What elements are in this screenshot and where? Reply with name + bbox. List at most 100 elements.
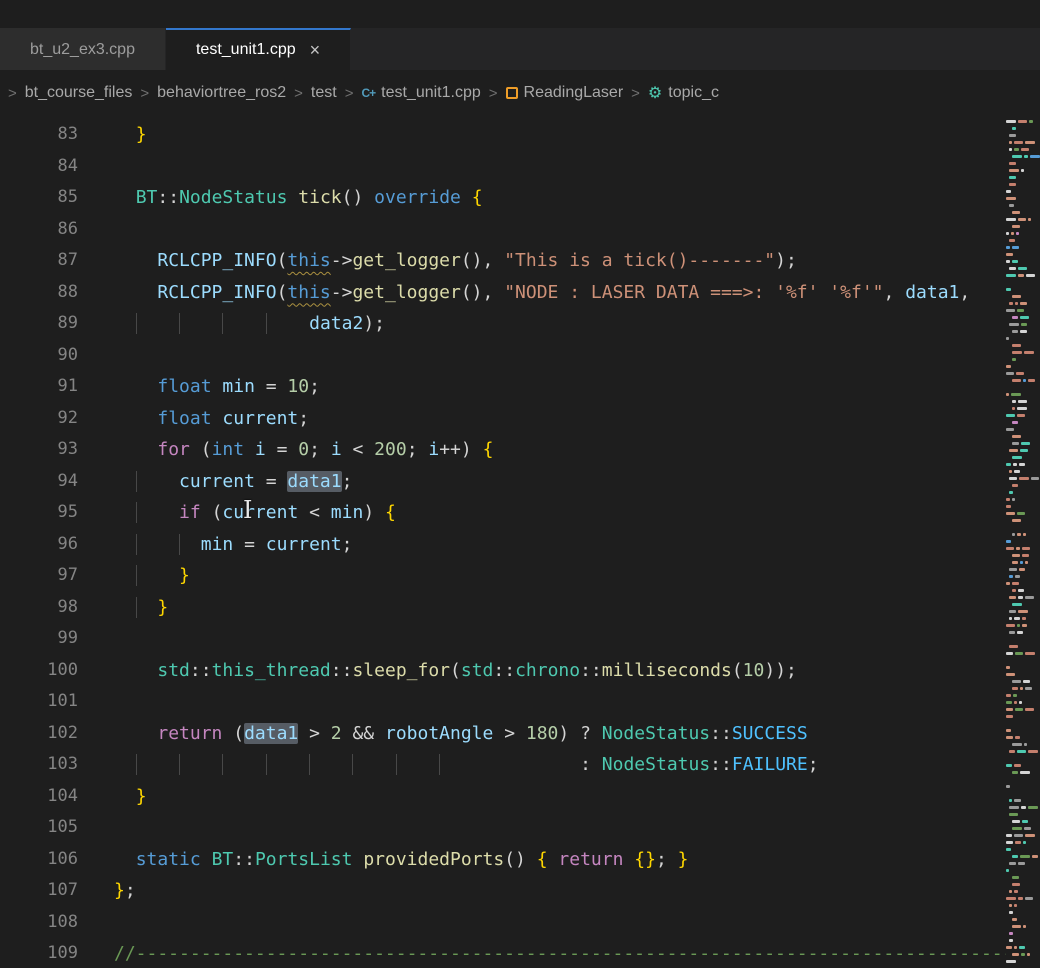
line-number[interactable]: 109 [0, 938, 78, 968]
code-line-83[interactable]: 83 } [0, 119, 1006, 151]
breadcrumb-label: bt_course_files [25, 84, 133, 102]
minimap-row [1006, 265, 1040, 272]
minimap-mark [1028, 379, 1035, 382]
line-number[interactable]: 88 [0, 277, 78, 309]
code-line-105[interactable]: 105 [0, 812, 1006, 844]
line-number[interactable]: 96 [0, 529, 78, 561]
code-line-88[interactable]: 88 RCLCPP_INFO(this->get_logger(), "NODE… [0, 277, 1006, 309]
tab-test_unit1[interactable]: test_unit1.cpp× [166, 28, 351, 70]
code-line-99[interactable]: 99 [0, 623, 1006, 655]
code-line-107[interactable]: 107}; [0, 875, 1006, 907]
code-line-108[interactable]: 108 [0, 907, 1006, 939]
line-number[interactable]: 103 [0, 749, 78, 781]
code-line-90[interactable]: 90 [0, 340, 1006, 372]
code-line-91[interactable]: 91 float min = 10; [0, 371, 1006, 403]
code-line-103[interactable]: 103 : NodeStatus::FAILURE; [0, 749, 1006, 781]
breadcrumb-item-topic[interactable]: ⚙topic_c [648, 83, 719, 103]
code-line-101[interactable]: 101 [0, 686, 1006, 718]
line-number[interactable]: 85 [0, 182, 78, 214]
code-line-89[interactable]: 89 data2); [0, 308, 1006, 340]
minimap[interactable] [1006, 116, 1040, 968]
code-line-96[interactable]: 96 min = current; [0, 529, 1006, 561]
minimap-mark [1023, 680, 1030, 683]
line-number[interactable]: 107 [0, 875, 78, 907]
breadcrumb-item-test-unit1-cpp[interactable]: C+test_unit1.cpp [361, 84, 480, 102]
minimap-mark [1020, 302, 1027, 305]
minimap-row [1006, 524, 1040, 531]
code-line-102[interactable]: 102 return (data1 > 2 && robotAngle > 18… [0, 718, 1006, 750]
minimap-mark [1012, 533, 1015, 536]
line-number[interactable]: 94 [0, 466, 78, 498]
line-number[interactable]: 95 [0, 497, 78, 529]
breadcrumb-label: behaviortree_ros2 [157, 84, 286, 102]
minimap-mark [1018, 589, 1024, 592]
minimap-mark [1006, 414, 1015, 417]
code-line-97[interactable]: 97 } [0, 560, 1006, 592]
code-lines[interactable]: 83 }8485 BT::NodeStatus tick() override … [0, 116, 1006, 968]
code-line-95[interactable]: 95 if (current < min) { [0, 497, 1006, 529]
minimap-mark [1006, 372, 1014, 375]
code-line-85[interactable]: 85 BT::NodeStatus tick() override { [0, 182, 1006, 214]
line-number[interactable]: 104 [0, 781, 78, 813]
code-line-94[interactable]: 94 current = data1; [0, 466, 1006, 498]
line-number[interactable]: 97 [0, 560, 78, 592]
minimap-mark [1022, 617, 1026, 620]
code-line-104[interactable]: 104 } [0, 781, 1006, 813]
tab-close-icon[interactable]: × [310, 41, 321, 59]
breadcrumb-item-test[interactable]: test [311, 84, 337, 102]
code-line-84[interactable]: 84 [0, 151, 1006, 183]
line-number[interactable]: 92 [0, 403, 78, 435]
line-number[interactable]: 87 [0, 245, 78, 277]
field-symbol-icon: ⚙ [648, 83, 662, 103]
minimap-mark [1018, 862, 1025, 865]
minimap-mark [1023, 379, 1026, 382]
line-number[interactable]: 105 [0, 812, 78, 844]
line-number[interactable]: 93 [0, 434, 78, 466]
line-number[interactable]: 90 [0, 340, 78, 372]
editor-pane[interactable]: 83 }8485 BT::NodeStatus tick() override … [0, 116, 1040, 968]
minimap-mark [1028, 750, 1038, 753]
line-content: for (int i = 0; i < 200; i++) { [78, 434, 493, 466]
code-line-109[interactable]: 109//-----------------------------------… [0, 938, 1006, 968]
code-line-87[interactable]: 87 RCLCPP_INFO(this->get_logger(), "This… [0, 245, 1006, 277]
minimap-mark [1009, 631, 1015, 634]
breadcrumb-item-reading-laser[interactable]: ReadingLaser [506, 84, 624, 102]
minimap-mark [1006, 190, 1011, 193]
line-number[interactable]: 106 [0, 844, 78, 876]
line-number[interactable]: 102 [0, 718, 78, 750]
line-number[interactable]: 89 [0, 308, 78, 340]
minimap-row [1006, 370, 1040, 377]
code-line-92[interactable]: 92 float current; [0, 403, 1006, 435]
line-number[interactable]: 101 [0, 686, 78, 718]
line-number[interactable]: 86 [0, 214, 78, 246]
minimap-row [1006, 426, 1040, 433]
minimap-mark [1009, 470, 1012, 473]
code-line-86[interactable]: 86 [0, 214, 1006, 246]
code-line-93[interactable]: 93 for (int i = 0; i < 200; i++) { [0, 434, 1006, 466]
breadcrumb-item-bt-course-files[interactable]: bt_course_files [25, 84, 133, 102]
minimap-row [1006, 608, 1040, 615]
tab-bt_u2_ex3[interactable]: bt_u2_ex3.cpp [0, 28, 166, 70]
code-line-106[interactable]: 106 static BT::PortsList providedPorts()… [0, 844, 1006, 876]
line-number[interactable]: 99 [0, 623, 78, 655]
minimap-mark [1028, 806, 1038, 809]
breadcrumb-item-behaviortree-ros2[interactable]: behaviortree_ros2 [157, 84, 286, 102]
line-number[interactable]: 98 [0, 592, 78, 624]
line-number[interactable]: 83 [0, 119, 78, 151]
line-number[interactable]: 108 [0, 907, 78, 939]
code-line-100[interactable]: 100 std::this_thread::sleep_for(std::chr… [0, 655, 1006, 687]
minimap-mark [1025, 141, 1035, 144]
minimap-mark [1018, 218, 1026, 221]
line-number[interactable]: 100 [0, 655, 78, 687]
minimap-mark [1009, 477, 1017, 480]
minimap-row [1006, 818, 1040, 825]
minimap-row [1006, 762, 1040, 769]
line-number[interactable]: 91 [0, 371, 78, 403]
minimap-mark [1006, 848, 1011, 851]
line-number[interactable]: 84 [0, 151, 78, 183]
minimap-mark [1009, 148, 1012, 151]
minimap-row [1006, 377, 1040, 384]
code-line-98[interactable]: 98 } [0, 592, 1006, 624]
minimap-row [1006, 181, 1040, 188]
minimap-mark [1012, 855, 1018, 858]
